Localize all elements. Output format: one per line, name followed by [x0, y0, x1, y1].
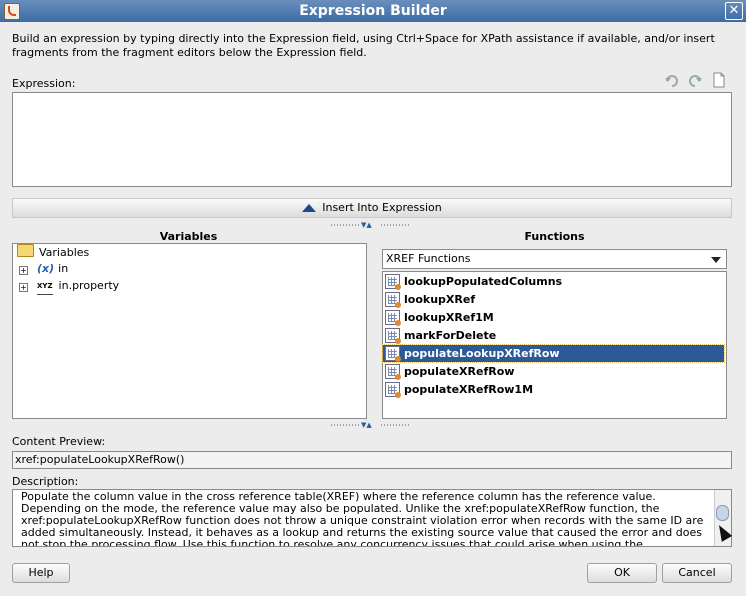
function-icon	[385, 274, 401, 290]
function-item[interactable]: lookupXRef1M	[383, 309, 724, 326]
variables-title: Variables	[159, 230, 218, 243]
expression-label: Expression:	[12, 77, 76, 90]
function-item[interactable]: lookupPopulatedColumns	[383, 273, 724, 290]
function-icon	[385, 346, 401, 362]
clear-icon[interactable]	[711, 72, 727, 88]
folder-icon	[17, 244, 34, 257]
expand-in-icon[interactable]: +	[19, 266, 28, 275]
splitter-bottom[interactable]: ▼▲	[331, 421, 411, 429]
content-preview-field: xref:populateLookupXRefRow()	[12, 451, 732, 469]
variables-tree[interactable]: Variables + (x) in + XYZ in.property	[12, 243, 367, 419]
variable-icon: (x)	[37, 262, 55, 275]
function-icon	[385, 382, 401, 398]
close-button[interactable]: ✕	[725, 2, 743, 20]
undo-icon[interactable]	[664, 72, 680, 88]
tree-item-label: in.property	[58, 279, 120, 292]
content-preview-value: xref:populateLookupXRefRow()	[15, 453, 185, 466]
property-icon: XYZ	[37, 278, 53, 295]
functions-list[interactable]: lookupPopulatedColumns lookupXRef lookup…	[382, 271, 727, 419]
splitter-arrows-icon: ▼▲	[361, 421, 372, 429]
chevron-down-icon	[711, 257, 721, 263]
insert-button-label: Insert Into Expression	[322, 201, 442, 214]
function-item-selected[interactable]: populateLookupXRefRow	[382, 344, 725, 363]
expand-in-property-icon[interactable]: +	[19, 283, 28, 292]
content-preview-label: Content Preview:	[12, 435, 106, 448]
ok-button[interactable]: OK	[587, 563, 657, 583]
tree-item-label: in	[58, 262, 69, 275]
description-area[interactable]: Populate the column value in the cross r…	[12, 489, 732, 547]
description-text: Populate the column value in the cross r…	[21, 490, 704, 547]
help-button[interactable]: Help	[12, 563, 70, 583]
function-item[interactable]: populateXRefRow1M	[383, 381, 724, 398]
function-category-select[interactable]: XREF Functions	[382, 249, 727, 269]
tree-root-variables[interactable]: Variables	[17, 244, 89, 260]
insert-into-expression-button[interactable]: Insert Into Expression	[12, 198, 732, 218]
tree-item-in[interactable]: (x) in	[37, 261, 68, 277]
function-item[interactable]: populateXRefRow	[383, 363, 724, 380]
tree-root-label: Variables	[39, 246, 90, 259]
expression-input[interactable]	[12, 92, 732, 187]
tree-item-in-property[interactable]: XYZ in.property	[37, 278, 120, 295]
cancel-button[interactable]: Cancel	[662, 563, 732, 583]
intro-text: Build an expression by typing directly i…	[12, 32, 715, 59]
description-label: Description:	[12, 475, 79, 488]
window-title: Expression Builder	[299, 3, 447, 19]
function-icon	[385, 364, 401, 380]
function-item[interactable]: markForDelete	[383, 327, 724, 344]
splitter-top[interactable]: ▼▲	[331, 221, 411, 229]
scrollbar-thumb[interactable]	[716, 505, 729, 521]
title-bar: Expression Builder ✕	[0, 0, 746, 22]
splitter-arrows-icon: ▼▲	[361, 221, 372, 229]
functions-title: Functions	[524, 230, 585, 243]
function-item[interactable]: lookupXRef	[383, 291, 724, 308]
function-icon	[385, 292, 401, 308]
redo-icon[interactable]	[687, 72, 703, 88]
chevron-up-icon	[302, 204, 317, 212]
function-category-value: XREF Functions	[386, 252, 471, 265]
function-icon	[385, 328, 401, 344]
function-icon	[385, 310, 401, 326]
